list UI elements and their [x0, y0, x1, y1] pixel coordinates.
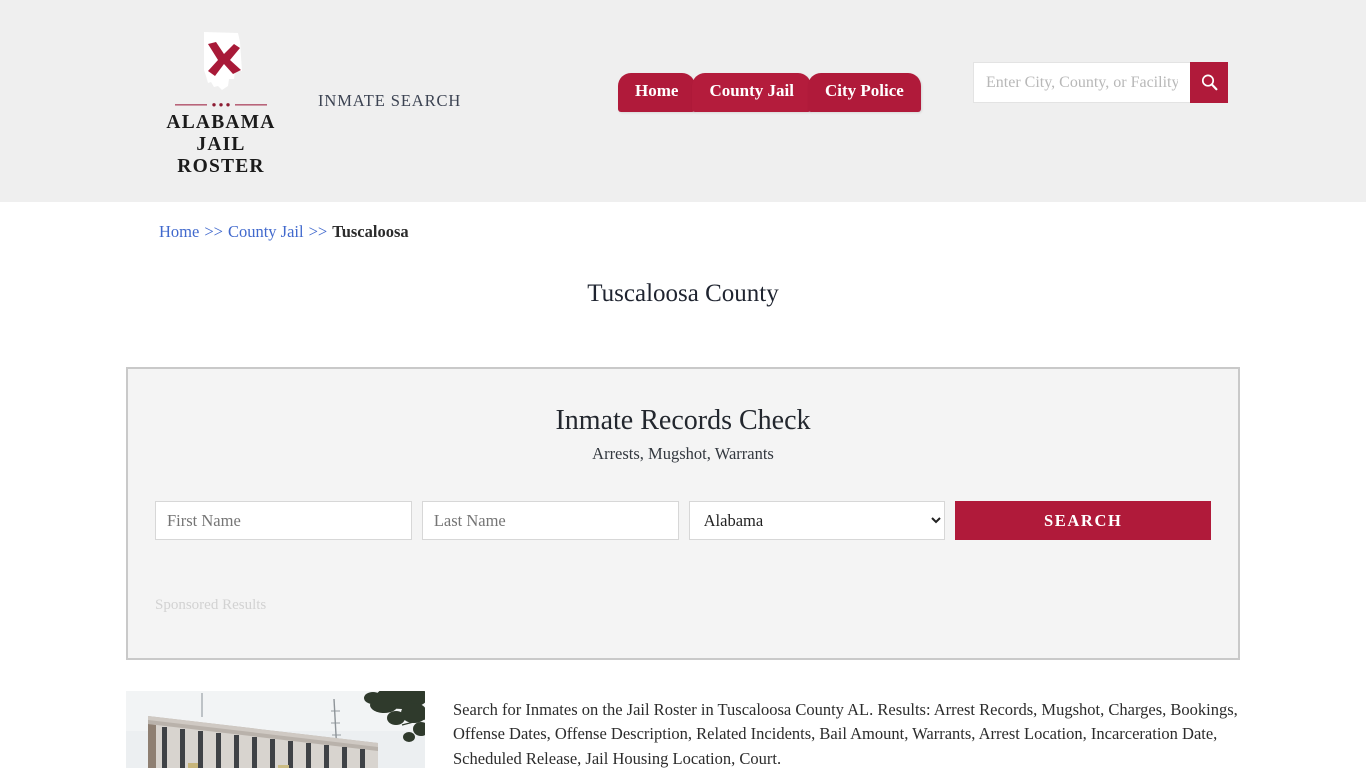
- inmate-search-form: Alabama SEARCH: [155, 501, 1212, 540]
- inmate-search-button[interactable]: SEARCH: [955, 501, 1212, 540]
- header-search-input[interactable]: [973, 62, 1190, 103]
- search-icon: [1201, 74, 1217, 91]
- nav-tab-city-police[interactable]: City Police: [807, 73, 921, 112]
- logo-divider-ornament: [175, 103, 267, 107]
- county-description: Search for Inmates on the Jail Roster in…: [453, 700, 1238, 768]
- main-navigation: Home County Jail City Police: [618, 73, 921, 112]
- first-name-input[interactable]: [155, 501, 412, 540]
- page-title: Tuscaloosa County: [587, 280, 779, 307]
- jail-building-photo: [126, 691, 425, 768]
- breadcrumb-item-current: Tuscaloosa: [332, 222, 409, 241]
- sponsored-search-panel: Inmate Records Check Arrests, Mugshot, W…: [126, 367, 1240, 660]
- breadcrumb: Home >> County Jail >> Tuscaloosa: [123, 202, 1243, 242]
- logo-text-line1: ALABAMA: [166, 112, 276, 133]
- alabama-state-flag-icon: [204, 32, 242, 90]
- logo-text-line2: JAIL ROSTER: [177, 133, 265, 177]
- county-info-section: Search for Inmates on the Jail Roster in…: [126, 691, 1240, 768]
- panel-subtitle: Arrests, Mugshot, Warrants: [592, 444, 774, 463]
- sponsored-results-label: Sponsored Results: [155, 597, 267, 613]
- site-header: ALABAMA JAIL ROSTER INMATE SEARCH Home C…: [0, 0, 1366, 202]
- last-name-input[interactable]: [421, 501, 679, 540]
- state-select[interactable]: Alabama: [688, 501, 946, 540]
- breadcrumb-item-home[interactable]: Home: [159, 222, 199, 241]
- nav-tab-home[interactable]: Home: [618, 73, 696, 112]
- breadcrumb-separator: >>: [204, 222, 223, 241]
- courthouse-building-image: [126, 691, 425, 768]
- nav-tab-county-jail[interactable]: County Jail: [692, 73, 811, 112]
- breadcrumb-item-county-jail[interactable]: County Jail: [228, 222, 304, 241]
- site-tagline: INMATE SEARCH: [318, 91, 462, 110]
- site-logo[interactable]: ALABAMA JAIL ROSTER: [156, 30, 286, 177]
- header-search-form: [973, 62, 1228, 103]
- header-search-button[interactable]: [1190, 62, 1228, 103]
- breadcrumb-separator-2: >>: [308, 222, 328, 241]
- page-body: Home >> County Jail >> Tuscaloosa Tuscaloosa…: [123, 202, 1243, 768]
- panel-title: Inmate Records Check: [555, 405, 811, 436]
